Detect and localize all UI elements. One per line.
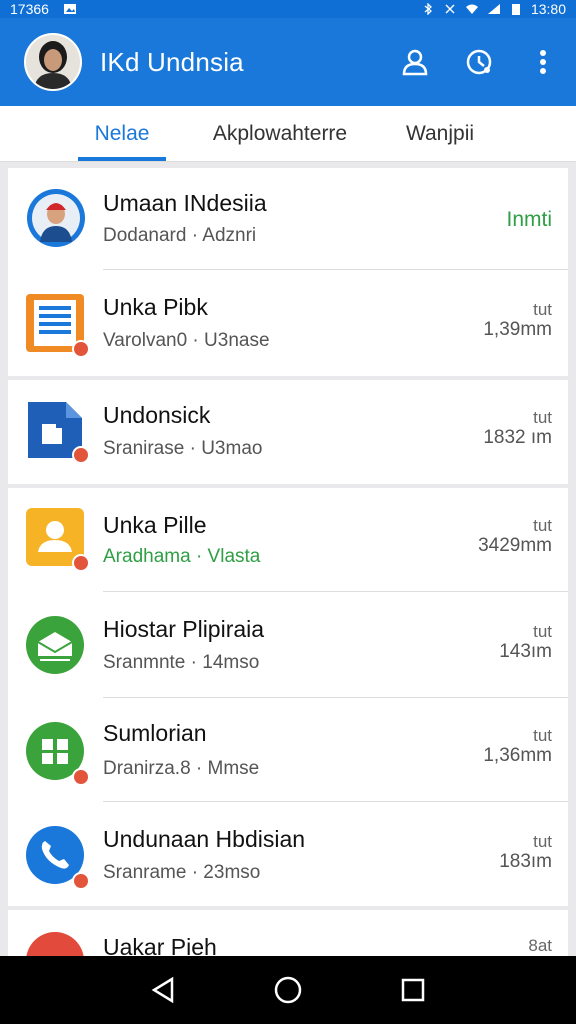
home-button[interactable] xyxy=(268,970,308,1010)
battery-icon xyxy=(511,4,520,15)
row-icon-wrap xyxy=(26,188,86,248)
tab-indicator xyxy=(78,157,166,161)
row-meta-top: tut xyxy=(533,408,552,427)
list-item[interactable]: Unka Pibk Varolvan0 · U3nase tut 1,39mm xyxy=(8,270,568,376)
row-meta: tut 1,36mm xyxy=(483,726,552,766)
row-subtitle: Aradhama · Vlasta xyxy=(103,546,261,567)
profile-avatar-icon xyxy=(27,189,85,247)
back-button[interactable] xyxy=(143,970,183,1010)
row-meta-bottom: 3429mm xyxy=(478,535,552,556)
row-meta-bottom: 1,39mm xyxy=(483,319,552,340)
app-bar: IKd Undnsia xyxy=(0,18,576,106)
recents-square-icon xyxy=(402,978,425,1002)
row-title: Umaan INdesiia xyxy=(103,190,267,216)
row-meta-bottom: 1,36mm xyxy=(483,745,552,766)
row-subtitle: Sranmnte · 14mso xyxy=(103,652,260,673)
row-meta: tut 3429mm xyxy=(478,516,552,556)
list-item[interactable]: Sumlorian Dranirza.8 · Mmse tut 1,36mm xyxy=(8,698,568,802)
image-notification-icon xyxy=(63,4,76,14)
timer-button[interactable] xyxy=(464,47,494,77)
system-navigation-bar xyxy=(0,956,576,1024)
row-meta: tut 183ım xyxy=(499,832,552,872)
user-avatar-icon xyxy=(26,35,80,89)
list-item[interactable]: Undunaan Hbdisian Sranrame · 23mso tut 1… xyxy=(8,802,568,906)
tab-bar: Nelae Akplowahterre Wanjpii xyxy=(0,106,576,162)
row-icon-wrap xyxy=(26,826,90,890)
status-bar-clock: 13:80 xyxy=(530,1,566,17)
bluetooth-icon xyxy=(424,3,432,15)
status-bar: 17366 13:80 xyxy=(0,0,576,18)
notification-badge xyxy=(72,446,90,464)
row-meta-top: tut xyxy=(533,622,552,641)
notification-badge xyxy=(72,872,90,890)
vibrate-icon xyxy=(445,4,455,14)
row-status: Inmti xyxy=(506,208,552,231)
row-title: Unka Pibk xyxy=(103,294,208,320)
more-options-button[interactable] xyxy=(528,47,558,77)
row-meta-top: tut xyxy=(533,300,552,319)
more-vert-icon xyxy=(540,50,546,74)
tab-akplowahterre[interactable]: Akplowahterre xyxy=(205,106,355,162)
row-title: Unka Pille xyxy=(103,512,207,538)
account-button[interactable] xyxy=(400,47,430,77)
row-meta: tut 143ım xyxy=(499,622,552,662)
timer-icon xyxy=(466,49,492,75)
row-icon-wrap xyxy=(26,508,90,572)
app-title: IKd Undnsia xyxy=(100,46,244,77)
row-title: Undonsick xyxy=(103,402,211,428)
row-meta: tut 1832 ım xyxy=(483,408,552,448)
person-icon xyxy=(402,49,428,76)
row-meta-bottom: 143ım xyxy=(499,641,552,662)
row-meta-top: tut xyxy=(533,516,552,535)
avatar[interactable] xyxy=(24,33,82,91)
row-title: Sumlorian xyxy=(103,720,207,746)
row-meta-bottom: 183ım xyxy=(499,851,552,872)
list-item[interactable]: Unka Pille Aradhama · Vlasta tut 3429mm xyxy=(8,488,568,592)
list-item[interactable]: Undonsick Sranirase · U3mao tut 1832 ım xyxy=(8,380,568,484)
row-icon-wrap xyxy=(26,400,90,464)
recents-button[interactable] xyxy=(393,970,433,1010)
row-subtitle: Dranirza.8 · Mmse xyxy=(103,758,260,779)
row-meta: tut 1,39mm xyxy=(483,300,552,340)
row-title: Undunaan Hbdisian xyxy=(103,826,306,852)
row-subtitle: Sranrame · 23mso xyxy=(103,862,261,883)
notification-badge xyxy=(72,554,90,572)
row-subtitle: Sranirase · U3mao xyxy=(103,438,263,459)
signal-icon xyxy=(487,4,500,14)
status-bar-clock-left: 17366 xyxy=(10,1,49,17)
notification-badge xyxy=(72,768,90,786)
row-subtitle: Varolvan0 · U3nase xyxy=(103,330,270,351)
row-meta-top: tut xyxy=(533,726,552,745)
row-subtitle: Dodanard · Adznri xyxy=(103,225,257,246)
list-item[interactable]: Hiostar Plipiraia Sranmnte · 14mso tut 1… xyxy=(8,592,568,698)
row-meta-top: tut xyxy=(533,832,552,851)
list-item[interactable]: Umaan INdesiia Dodanard · Adznri Inmti xyxy=(8,168,568,270)
row-icon-wrap xyxy=(26,294,90,358)
row-meta-top: 8at xyxy=(528,936,552,955)
tab-nelae[interactable]: Nelae xyxy=(78,106,166,162)
row-icon-wrap xyxy=(26,722,90,786)
row-title: Hiostar Plipiraia xyxy=(103,616,265,642)
notification-badge xyxy=(72,340,90,358)
row-meta-bottom: 1832 ım xyxy=(483,427,552,448)
mail-stack-icon xyxy=(26,616,84,674)
tab-wanjpii[interactable]: Wanjpii xyxy=(390,106,490,162)
row-meta: 8at xyxy=(528,936,552,956)
row-icon-wrap xyxy=(26,616,86,676)
wifi-icon xyxy=(465,4,478,14)
home-circle-icon xyxy=(274,976,302,1004)
back-triangle-icon xyxy=(151,976,173,1004)
